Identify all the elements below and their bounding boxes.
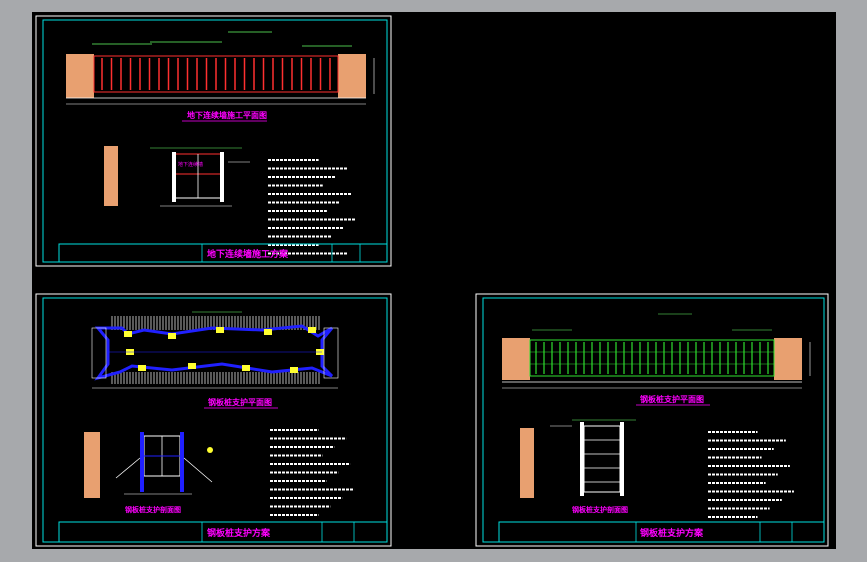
plan-steel-sheet-pile-green — [502, 313, 811, 389]
sheet-inner-frame — [482, 297, 825, 543]
plan-title: 钢板桩支护平面图 — [640, 394, 704, 404]
drawing-canvas[interactable]: 地下连续墙施工平面图 地下连续墙 地下连续墙施工方案 钢板桩支护平面图 钢板桩支… — [32, 12, 836, 549]
title-block-text: 钢板桩支护方案 — [640, 527, 704, 539]
cad-drawing: 地下连续墙施工平面图 地下连续墙 地下连续墙施工方案 钢板桩支护平面图 钢板桩支… — [35, 15, 829, 547]
plan-diaphragm-wall — [66, 31, 375, 105]
section-steel-sheet-pile — [84, 432, 213, 498]
sheet-bottom-left[interactable]: 钢板桩支护平面图 钢板桩支护剖面图 钢板桩支护方案 — [35, 293, 392, 547]
end-shaft-right — [338, 54, 366, 98]
construction-notes — [268, 159, 356, 255]
sheet-outer-frame — [475, 293, 829, 547]
sheet-top-left[interactable]: 地下连续墙施工平面图 地下连续墙 地下连续墙施工方案 — [35, 15, 392, 267]
sheet-inner-frame — [42, 297, 388, 543]
plan-steel-sheet-pile — [91, 311, 339, 389]
section-diaphragm-wall — [104, 146, 250, 207]
title-block-text: 钢板桩支护方案 — [207, 527, 271, 539]
construction-notes — [270, 429, 355, 516]
cad-viewer: 地下连续墙施工平面图 地下连续墙 地下连续墙施工方案 钢板桩支护平面图 钢板桩支… — [0, 0, 867, 562]
section-title: 地下连续墙 — [178, 161, 203, 168]
pile-lines — [101, 58, 331, 90]
sheet-bottom-right[interactable]: 钢板桩支护平面图 钢板桩支护剖面图 钢板桩支护方案 — [475, 293, 829, 547]
section-title: 钢板桩支护剖面图 — [572, 505, 628, 514]
title-block-text: 地下连续墙施工方案 — [207, 248, 289, 260]
plan-title: 地下连续墙施工平面图 — [187, 110, 267, 120]
section-title: 钢板桩支护剖面图 — [125, 505, 181, 514]
construction-notes — [708, 431, 794, 518]
section-steel-sheet-pile-right — [520, 419, 636, 498]
plan-title: 钢板桩支护平面图 — [208, 397, 272, 407]
end-shaft-left — [66, 54, 94, 98]
